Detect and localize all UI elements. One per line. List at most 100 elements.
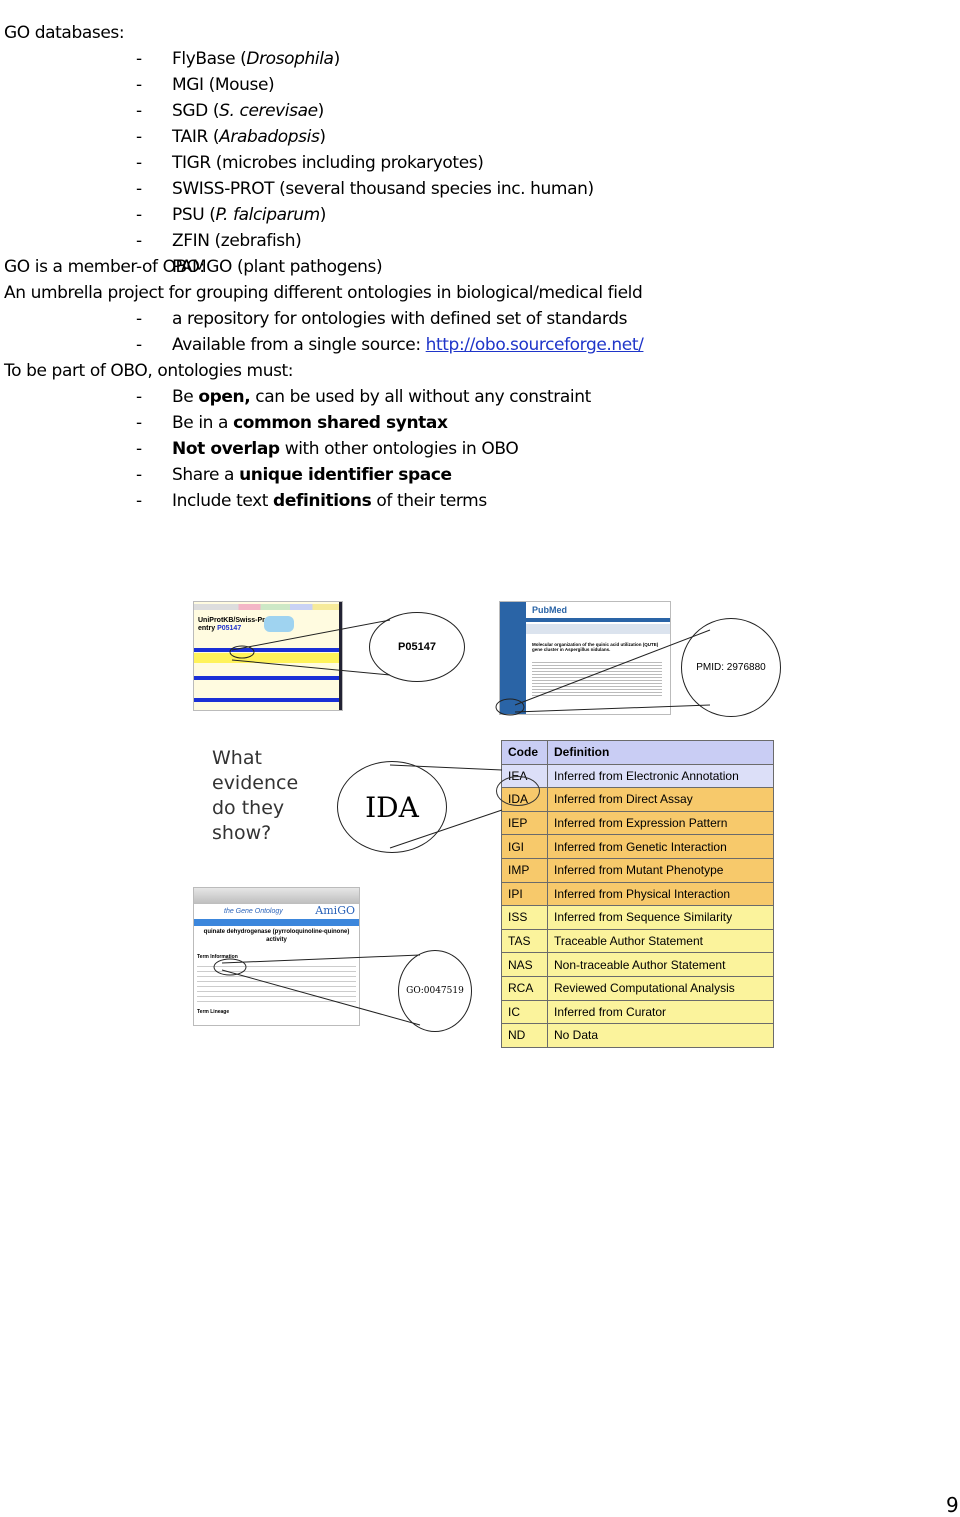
requirement-text: Be [172, 387, 199, 407]
bullet-dash: - [136, 413, 142, 433]
requirement-text-rest: with other ontologies in OBO [279, 439, 519, 459]
requirement-text-rest: can be used by all without any constrain… [250, 387, 591, 407]
requirement-text-rest: of their terms [371, 491, 487, 511]
requirement-emphasis: definitions [273, 491, 372, 511]
database-organism: Drosophila [246, 49, 334, 69]
evidence-table-row: RCA Reviewed Computational Analysis [501, 975, 774, 1001]
evidence-table-row: IMP Inferred from Mutant Phenotype [501, 857, 774, 883]
accession-callout: P05147 [369, 612, 465, 682]
obo-point-text: a repository for ontologies with defined… [172, 309, 628, 329]
obo-point-text: Available from a single source: [172, 335, 426, 355]
evidence-table-row: IPI Inferred from Physical Interaction [501, 881, 774, 907]
bullet-dash: - [136, 309, 142, 329]
uniprot-screenshot: UniProtKB/Swiss-Prot entry P05147 [193, 601, 343, 711]
evidence-code: IGI [501, 834, 548, 859]
evidence-definition: Inferred from Expression Pattern [547, 810, 774, 836]
evidence-table-row: TAS Traceable Author Statement [501, 928, 774, 954]
database-name: FlyBase ( [172, 49, 247, 69]
obo-source-link[interactable]: http://obo.sourceforge.net/ [426, 335, 644, 355]
database-name: TAIR ( [172, 127, 220, 147]
requirement-emphasis: common shared syntax [233, 413, 448, 433]
bullet-dash: - [136, 179, 142, 199]
evidence-table-row: IGI Inferred from Genetic Interaction [501, 834, 774, 859]
evidence-table-row: IC Inferred from Curator [501, 999, 774, 1025]
evidence-definition: Inferred from Physical Interaction [547, 881, 774, 907]
bullet-dash: - [136, 127, 142, 147]
uniprot-title: UniProtKB/Swiss-Prot entry P05147 [198, 617, 272, 632]
database-organism: S. cerevisae [219, 101, 318, 121]
database-name: SGD ( [172, 101, 220, 121]
page-number: 9 [946, 1493, 959, 1517]
bullet-dash: - [136, 439, 142, 459]
evidence-code: IC [501, 999, 548, 1025]
evidence-table-row: IEA Inferred from Electronic Annotation [501, 763, 774, 789]
evidence-table-row: ISS Inferred from Sequence Similarity [501, 905, 774, 930]
evidence-code: IPI [501, 881, 548, 907]
evidence-definition: Inferred from Genetic Interaction [547, 834, 774, 859]
bullet-dash: - [136, 75, 142, 95]
requirement-emphasis: open, [198, 387, 251, 407]
database-suffix: ) [319, 205, 327, 225]
database-name: MGI (Mouse) [172, 75, 275, 95]
bullet-dash: - [136, 231, 142, 251]
evidence-definition: Inferred from Mutant Phenotype [547, 857, 774, 883]
requirement-text: Include text [172, 491, 274, 511]
evidence-code: IEP [501, 810, 548, 836]
database-name: ZFIN (zebrafish) [172, 231, 302, 251]
evidence-code: RCA [501, 975, 548, 1001]
requirement-emphasis: Not overlap [172, 439, 280, 459]
evidence-table-row: ND No Data [501, 1023, 774, 1048]
evidence-code: ND [501, 1023, 548, 1048]
database-suffix: ) [317, 101, 325, 121]
evidence-question: What evidence do they show? [212, 747, 299, 844]
requirement-text: Be in a [172, 413, 234, 433]
database-name: SWISS-PROT (several thousand species inc… [172, 179, 594, 199]
bullet-dash: - [136, 205, 142, 225]
evidence-table-row: NAS Non-traceable Author Statement [501, 952, 774, 977]
header-definition: Definition [547, 740, 774, 765]
evidence-table-row: IEP Inferred from Expression Pattern [501, 810, 774, 836]
bullet-dash: - [136, 49, 142, 69]
obo-requirements-heading: To be part of OBO, ontologies must: [4, 361, 294, 381]
uniprot-logo [264, 616, 294, 632]
bullet-dash: - [136, 335, 142, 355]
requirement-text: Share a [172, 465, 240, 485]
bullet-dash: - [136, 491, 142, 511]
evidence-definition: Inferred from Curator [547, 999, 774, 1025]
database-name: PSU ( [172, 205, 216, 225]
database-suffix: ) [333, 49, 341, 69]
evidence-definition: Inferred from Sequence Similarity [547, 905, 774, 930]
ida-callout: IDA [337, 761, 447, 853]
header-code: Code [501, 740, 548, 765]
database-name: TIGR (microbes including prokaryotes) [172, 153, 484, 173]
evidence-code: NAS [501, 952, 548, 977]
bullet-dash: - [136, 153, 142, 173]
evidence-table-row: IDA Inferred from Direct Assay [501, 787, 774, 812]
bullet-dash: - [136, 101, 142, 121]
evidence-definition: No Data [547, 1023, 774, 1048]
evidence-code: TAS [501, 928, 548, 954]
go-id-callout: GO:0047519 [398, 950, 472, 1032]
requirement-emphasis: unique identifier space [239, 465, 452, 485]
evidence-definition: Inferred from Direct Assay [547, 787, 774, 812]
evidence-code-table: Code Definition IEA Inferred from Electro… [501, 740, 774, 1048]
obo-member-text: GO is a member of OBO: [4, 257, 205, 277]
bullet-dash: - [136, 465, 142, 485]
pubmed-screenshot: PubMed Molecular organization of the qui… [499, 601, 671, 715]
obo-description: An umbrella project for grouping differe… [4, 283, 643, 303]
database-suffix: ) [319, 127, 326, 147]
ida-row-highlight-circle [496, 776, 540, 806]
evidence-code: IMP [501, 857, 548, 883]
evidence-definition: Traceable Author Statement [547, 928, 774, 954]
evidence-definition: Reviewed Computational Analysis [547, 975, 774, 1001]
evidence-definition: Non-traceable Author Statement [547, 952, 774, 977]
database-organism: Arabadopsis [219, 127, 320, 147]
evidence-code: ISS [501, 905, 548, 930]
callout-connector-lines [213, 619, 711, 1026]
pmid-callout: PMID: 2976880 [681, 618, 781, 717]
database-organism: P. falciparum [215, 205, 321, 225]
amigo-screenshot: the Gene Ontology AmiGO quinate dehydrog… [193, 887, 360, 1026]
bullet-dash: - [136, 387, 142, 407]
evidence-definition: Inferred from Electronic Annotation [547, 763, 774, 789]
heading-go-databases: GO databases: [4, 23, 125, 43]
